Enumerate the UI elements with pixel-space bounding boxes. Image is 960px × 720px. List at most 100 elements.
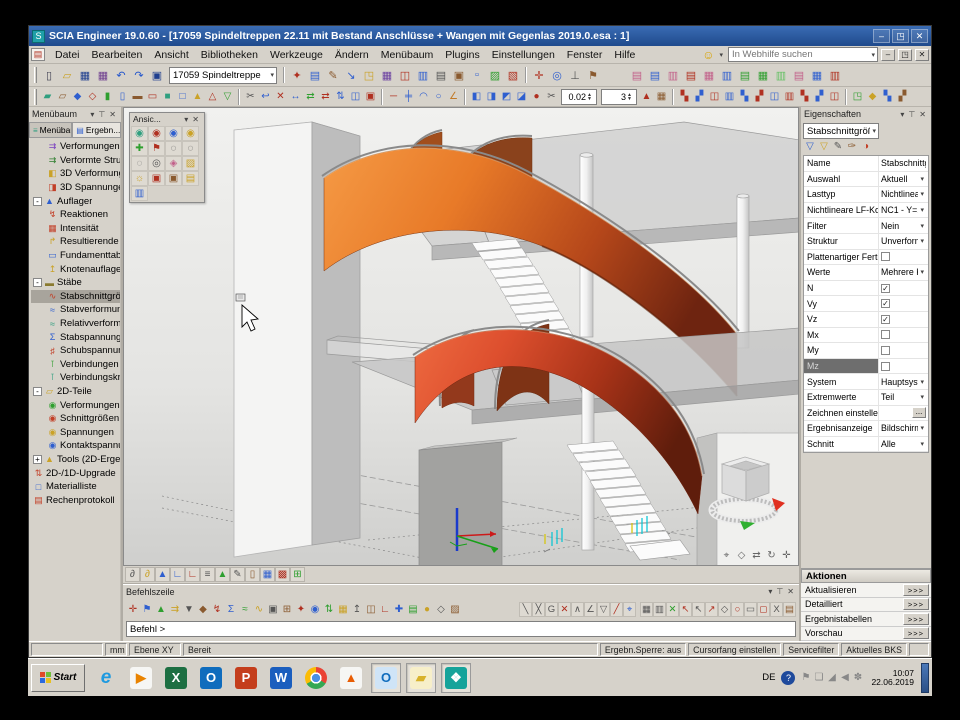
status-plane[interactable]: Ebene XY (129, 643, 181, 656)
tool-icon[interactable]: ▰ (40, 89, 55, 105)
tree-item[interactable]: ↯Reaktionen (31, 208, 120, 222)
status-unit[interactable]: mm (105, 643, 127, 656)
tool-icon[interactable]: ▯ (115, 89, 130, 105)
tool-icon[interactable]: ▦ (654, 89, 669, 105)
tool-icon[interactable]: ⇄ (318, 89, 333, 105)
checkbox-unchecked-icon[interactable] (881, 252, 890, 261)
tool-icon[interactable]: ◉ (131, 126, 148, 141)
tool-icon[interactable]: ▦ (378, 66, 396, 84)
tree-item[interactable]: -▲Auflager (31, 194, 120, 208)
count-input[interactable] (602, 92, 626, 102)
tree-item[interactable]: ◉Kontaktspannungen (31, 439, 120, 453)
close-viewport-icon[interactable]: ▣ (148, 66, 166, 84)
tool-icon[interactable]: ◪ (514, 89, 529, 105)
tool-icon[interactable]: △ (205, 89, 220, 105)
tool-icon[interactable]: ≈ (238, 601, 252, 617)
tool-icon[interactable]: ╱ (610, 602, 623, 617)
menu-datei[interactable]: Datei (49, 48, 86, 62)
tree-item[interactable]: ♯Schubspannung (31, 344, 120, 358)
tool-icon[interactable]: ∂ (125, 567, 140, 582)
taskbar-scia-engineer-icon[interactable]: ❖ (441, 663, 471, 693)
tool-icon[interactable]: ✛ (530, 66, 548, 84)
flag-icon[interactable]: ⚑ (799, 671, 812, 685)
taskbar-chrome-icon[interactable] (301, 663, 331, 693)
tool-icon[interactable]: ∟ (170, 567, 185, 582)
tool-icon[interactable]: ◳ (850, 89, 865, 105)
tool-icon[interactable]: ▞ (812, 89, 827, 105)
tool-icon[interactable]: ▫ (468, 66, 486, 84)
tree-item[interactable]: ◉Verformungen (31, 398, 120, 412)
tool-icon[interactable]: ⚑ (584, 66, 602, 84)
cmd-pin-icon[interactable]: ⊤ (774, 587, 785, 596)
tool-icon[interactable]: ↩ (258, 89, 273, 105)
tool-icon[interactable]: ◆ (865, 89, 880, 105)
tool-icon[interactable]: ▥ (653, 602, 666, 617)
checkbox-unchecked-icon[interactable] (881, 346, 890, 355)
menu-bibliotheken[interactable]: Bibliotheken (195, 48, 264, 62)
selection-combo[interactable]: Stabschnittgrößen (1) ▾ (803, 123, 879, 139)
tool-icon[interactable]: ◆ (196, 601, 210, 617)
tool-icon[interactable]: ▥ (131, 186, 148, 201)
menu-bearbeiten[interactable]: Bearbeiten (86, 48, 149, 62)
tool-icon[interactable]: X (770, 602, 783, 617)
taskbar-file-explorer-icon[interactable]: ▰ (406, 663, 436, 693)
search-dropdown-arrow-icon[interactable]: ▾ (869, 51, 877, 59)
tree-item[interactable]: +▲Tools (2D-Ergebnisse) (31, 453, 120, 467)
tool-icon[interactable]: ≡ (200, 567, 215, 582)
tool-icon[interactable]: ∟ (378, 601, 392, 617)
action-more-button[interactable]: >>> (903, 627, 929, 639)
tree-item[interactable]: ▤Rechenprotokoll (31, 493, 120, 507)
property-value[interactable]: ✓ (878, 296, 928, 311)
tool-icon[interactable]: ○ (431, 89, 446, 105)
tool-icon[interactable]: ▤ (628, 66, 646, 84)
tree-expander-icon[interactable]: - (33, 387, 42, 396)
project-combo[interactable]: 17059 Spindeltreppe ▾ (169, 67, 277, 84)
property-value[interactable] (878, 343, 928, 358)
tool-icon[interactable]: ▭ (744, 602, 757, 617)
tool-icon[interactable]: ─ (386, 89, 401, 105)
tool-icon[interactable]: ▚ (677, 89, 692, 105)
dropdown-arrow-icon[interactable]: ▾ (918, 206, 926, 214)
pan-icon[interactable]: ⇄ (749, 548, 764, 563)
tool-icon[interactable]: ◫ (396, 66, 414, 84)
tool-icon[interactable]: ◻ (757, 602, 770, 617)
tool-icon[interactable]: ▥ (664, 66, 682, 84)
status-cursor-snap[interactable]: Cursorfang einstellen (688, 643, 781, 656)
tool-icon[interactable]: ▞ (752, 89, 767, 105)
tool-icon[interactable]: ▱ (55, 89, 70, 105)
palette-dropdown-icon[interactable]: ▾ (182, 115, 190, 124)
minimize-button[interactable]: – (873, 29, 890, 43)
undo-icon[interactable]: ↶ (112, 66, 130, 84)
filter-icon[interactable]: ▽ (803, 139, 817, 153)
tool-icon[interactable]: ╳ (532, 602, 545, 617)
tool-icon[interactable]: ▼ (182, 601, 196, 617)
command-input[interactable] (127, 622, 795, 636)
property-value[interactable]: ... (878, 406, 928, 421)
doc-minimize-button[interactable]: – (881, 49, 895, 61)
taskbar-word-icon[interactable]: W (266, 663, 296, 693)
cmd-close-icon[interactable]: ✕ (785, 587, 796, 596)
props-close-icon[interactable]: ✕ (917, 110, 928, 119)
tool-icon[interactable]: ▨ (448, 601, 462, 617)
dropdown-arrow-icon[interactable]: ▾ (918, 222, 926, 230)
tool-icon[interactable]: ▦ (260, 567, 275, 582)
zoom-icon[interactable]: ⌖ (719, 548, 734, 563)
tool-icon[interactable]: ▦ (700, 66, 718, 84)
tree-item[interactable]: ⇉Verformungen (31, 140, 120, 154)
edit-icon[interactable]: ✎ (831, 139, 845, 153)
tool-icon[interactable]: ✦ (288, 66, 306, 84)
tree-expander-icon[interactable]: - (33, 278, 42, 287)
tool-icon[interactable]: ● (420, 601, 434, 617)
tool-icon[interactable]: ▤ (736, 66, 754, 84)
webhelp-search-input[interactable] (729, 49, 869, 60)
tool-icon[interactable]: ✕ (558, 602, 571, 617)
tool-icon[interactable]: ✂ (544, 89, 559, 105)
smiley-dropdown-arrow-icon[interactable]: ▾ (717, 51, 725, 59)
tool-icon[interactable]: ◉ (165, 126, 182, 141)
tool-icon[interactable]: ∂ (140, 567, 155, 582)
tree-expander-icon[interactable]: - (33, 197, 42, 206)
tree-item[interactable]: ◉Schnittgrößen (31, 412, 120, 426)
tool-icon[interactable]: ▮ (100, 89, 115, 105)
tool-icon[interactable]: ▦ (754, 66, 772, 84)
toolbar-grip[interactable] (34, 89, 37, 105)
